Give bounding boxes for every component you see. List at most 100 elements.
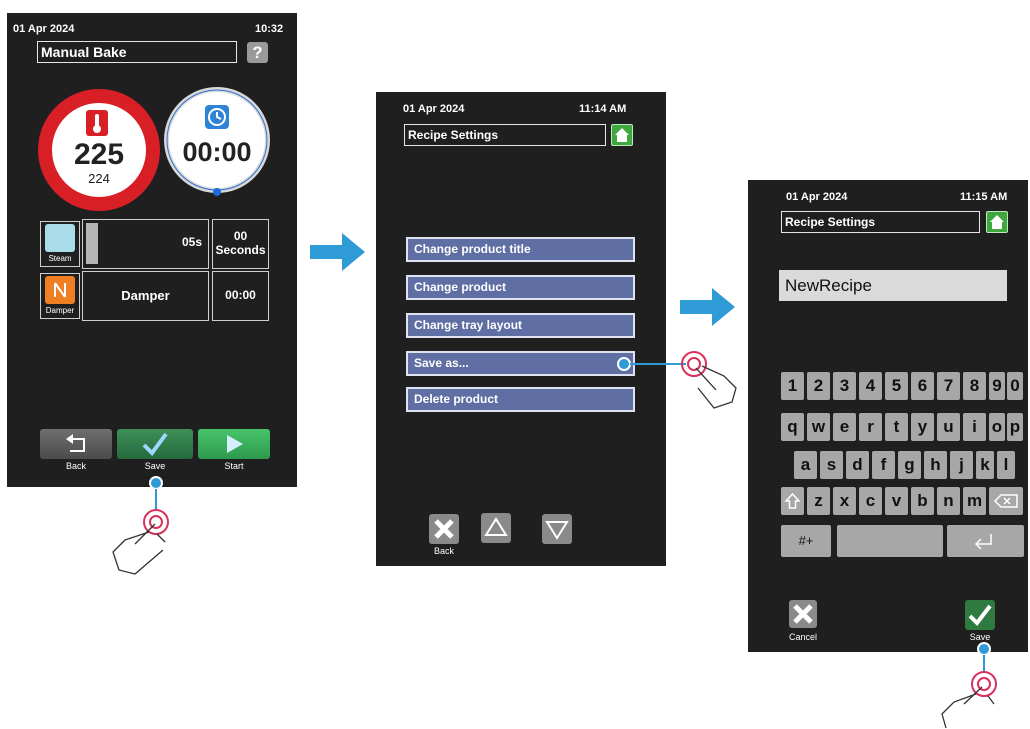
steam-seconds-box[interactable]: 00 Seconds xyxy=(212,219,269,269)
play-icon xyxy=(227,435,243,453)
key-u[interactable]: u xyxy=(937,413,960,441)
symbols-key[interactable]: #+ xyxy=(781,525,831,557)
menu-item-change-product-title[interactable]: Change product title xyxy=(406,237,635,262)
key-l[interactable]: l xyxy=(997,451,1015,479)
key-e[interactable]: e xyxy=(833,413,856,441)
start-label: Start xyxy=(224,461,244,471)
shift-key[interactable] xyxy=(781,487,804,515)
key-7[interactable]: 7 xyxy=(937,372,960,400)
home-button[interactable] xyxy=(611,124,633,146)
key-k[interactable]: k xyxy=(976,451,994,479)
tap-gesture-save-recipe xyxy=(941,642,997,729)
damper-name-box[interactable]: Damper xyxy=(82,271,209,321)
save-button[interactable] xyxy=(117,429,193,459)
page-title: Recipe Settings xyxy=(781,211,980,233)
timer-value: 00:00 xyxy=(182,137,252,167)
tap-gesture-save xyxy=(112,476,169,575)
steam-label: Steam xyxy=(48,254,72,263)
key-9[interactable]: 9 xyxy=(989,372,1005,400)
page-title: Recipe Settings xyxy=(404,124,606,146)
key-o[interactable]: o xyxy=(989,413,1005,441)
save-button[interactable] xyxy=(965,600,995,630)
scroll-up-button[interactable] xyxy=(481,513,511,543)
damper-label: Damper xyxy=(45,306,75,315)
key-g[interactable]: g xyxy=(898,451,921,479)
key-q[interactable]: q xyxy=(781,413,804,441)
damper-time-box[interactable]: 00:00 xyxy=(212,271,269,321)
recipe-name-input[interactable]: NewRecipe xyxy=(779,270,1007,301)
time-label: 11:15 AM xyxy=(960,191,1008,203)
shift-arrow-icon xyxy=(784,492,801,509)
triangle-down-icon xyxy=(545,521,569,540)
home-icon xyxy=(615,128,629,142)
damper-button[interactable]: Damper xyxy=(40,273,80,319)
key-b[interactable]: b xyxy=(911,487,934,515)
backspace-key[interactable] xyxy=(989,487,1023,515)
key-x[interactable]: x xyxy=(833,487,856,515)
steam-icon xyxy=(45,224,75,252)
date-label: 01 Apr 2024 xyxy=(403,103,465,115)
key-t[interactable]: t xyxy=(885,413,908,441)
help-button[interactable]: ? xyxy=(247,42,268,63)
key-0[interactable]: 0 xyxy=(1007,372,1023,400)
menu-item-change-product[interactable]: Change product xyxy=(406,275,635,300)
key-v[interactable]: v xyxy=(885,487,908,515)
temperature-gauge[interactable]: 225 224 xyxy=(37,88,161,212)
flow-arrow-1 xyxy=(310,233,365,271)
page-title: Manual Bake xyxy=(37,41,237,63)
key-f[interactable]: f xyxy=(872,451,895,479)
clock-icon xyxy=(205,105,229,129)
key-6[interactable]: 6 xyxy=(911,372,934,400)
scroll-down-button[interactable] xyxy=(542,514,572,544)
back-button[interactable] xyxy=(40,429,112,459)
menu-item-save-as[interactable]: Save as... xyxy=(406,351,635,376)
menu-item-delete-product[interactable]: Delete product xyxy=(406,387,635,412)
steam-duration-slider[interactable]: 05s xyxy=(82,219,209,269)
key-i[interactable]: i xyxy=(963,413,986,441)
date-label: 01 Apr 2024 xyxy=(13,23,75,35)
menu-item-change-tray-layout[interactable]: Change tray layout xyxy=(406,313,635,338)
key-y[interactable]: y xyxy=(911,413,934,441)
steam-button[interactable]: Steam xyxy=(40,221,80,267)
key-w[interactable]: w xyxy=(807,413,830,441)
key-d[interactable]: d xyxy=(846,451,869,479)
key-3[interactable]: 3 xyxy=(833,372,856,400)
flow-arrow-2 xyxy=(680,288,735,326)
key-p[interactable]: p xyxy=(1007,413,1023,441)
back-arrow-icon xyxy=(66,434,85,452)
steam-seconds-unit: Seconds xyxy=(215,243,266,257)
key-s[interactable]: s xyxy=(820,451,843,479)
temperature-setpoint: 225 xyxy=(73,138,125,171)
key-z[interactable]: z xyxy=(807,487,830,515)
time-label: 11:14 AM xyxy=(579,103,627,115)
slider-fill xyxy=(86,223,98,264)
home-button[interactable] xyxy=(986,211,1008,233)
key-5[interactable]: 5 xyxy=(885,372,908,400)
key-n[interactable]: n xyxy=(937,487,960,515)
key-a[interactable]: a xyxy=(794,451,817,479)
back-button[interactable] xyxy=(429,514,459,544)
key-2[interactable]: 2 xyxy=(807,372,830,400)
close-icon xyxy=(434,519,454,539)
timer-gauge[interactable]: 00:00 xyxy=(163,85,271,197)
key-1[interactable]: 1 xyxy=(781,372,804,400)
save-label: Save xyxy=(144,461,166,471)
enter-key[interactable] xyxy=(947,525,1024,557)
start-button[interactable] xyxy=(198,429,270,459)
manual-bake-screen: 01 Apr 2024 10:32 Manual Bake ? 225 224 … xyxy=(7,13,297,487)
tap-gesture-save-as xyxy=(617,351,737,409)
steam-duration-value: 05s xyxy=(181,235,202,249)
key-c[interactable]: c xyxy=(859,487,882,515)
key-r[interactable]: r xyxy=(859,413,882,441)
key-h[interactable]: h xyxy=(924,451,947,479)
key-m[interactable]: m xyxy=(963,487,986,515)
steam-seconds-value: 00 xyxy=(233,229,248,243)
back-label: Back xyxy=(65,461,86,471)
key-8[interactable]: 8 xyxy=(963,372,986,400)
recipe-settings-screen: 01 Apr 2024 11:14 AM Recipe Settings Cha… xyxy=(376,92,666,566)
key-j[interactable]: j xyxy=(950,451,973,479)
space-key[interactable] xyxy=(837,525,943,557)
time-label: 10:32 xyxy=(255,23,284,35)
key-4[interactable]: 4 xyxy=(859,372,882,400)
cancel-button[interactable] xyxy=(789,600,817,628)
